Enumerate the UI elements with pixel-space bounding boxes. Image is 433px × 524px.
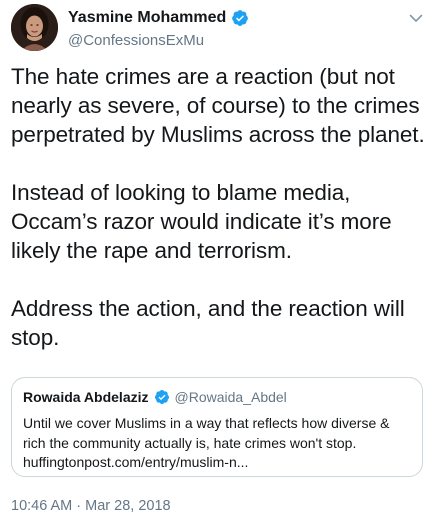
verified-badge-icon <box>231 9 249 27</box>
quoted-tweet-card[interactable]: Rowaida Abdelaziz @Rowaida_Abdel Until w… <box>11 377 423 477</box>
quoted-tweet-text: Until we cover Muslims in a way that ref… <box>23 414 411 473</box>
avatar[interactable] <box>11 4 58 51</box>
tweet-paragraph: The hate crimes are a reaction (but not … <box>11 64 425 147</box>
quoted-link[interactable]: huffingtonpost.com/entry/muslim-n... <box>23 453 411 473</box>
chevron-down-icon[interactable] <box>408 10 424 26</box>
author-display-name[interactable]: Yasmine Mohammed <box>68 9 226 27</box>
tweet-text: The hate crimes are a reaction (but not … <box>11 62 426 381</box>
quoted-text-line: Until we cover Muslims in a way that ref… <box>23 415 390 431</box>
author-handle[interactable]: @ConfessionsExMu <box>68 32 249 49</box>
author-names: Yasmine Mohammed @ConfessionsExMu <box>68 8 249 49</box>
quoted-author-display-name: Rowaida Abdelaziz <box>23 389 149 405</box>
quoted-author-handle: @Rowaida_Abdel <box>174 389 287 405</box>
quoted-text-line: rich the community actually is, hate cri… <box>23 434 357 451</box>
quoted-tweet-header: Rowaida Abdelaziz @Rowaida_Abdel <box>23 388 411 406</box>
verified-badge-icon <box>154 389 170 405</box>
tweet-timestamp[interactable]: 10:46 AM · Mar 28, 2018 <box>11 498 171 514</box>
tweet-paragraph: Address the action, and the reaction wil… <box>11 296 405 350</box>
tweet-header: Yasmine Mohammed @ConfessionsExMu <box>11 4 426 54</box>
tweet-paragraph: Instead of looking to blame media, Occam… <box>11 180 392 263</box>
display-name-row: Yasmine Mohammed <box>68 8 249 28</box>
tweet: Yasmine Mohammed @ConfessionsExMu The ha… <box>0 0 433 524</box>
